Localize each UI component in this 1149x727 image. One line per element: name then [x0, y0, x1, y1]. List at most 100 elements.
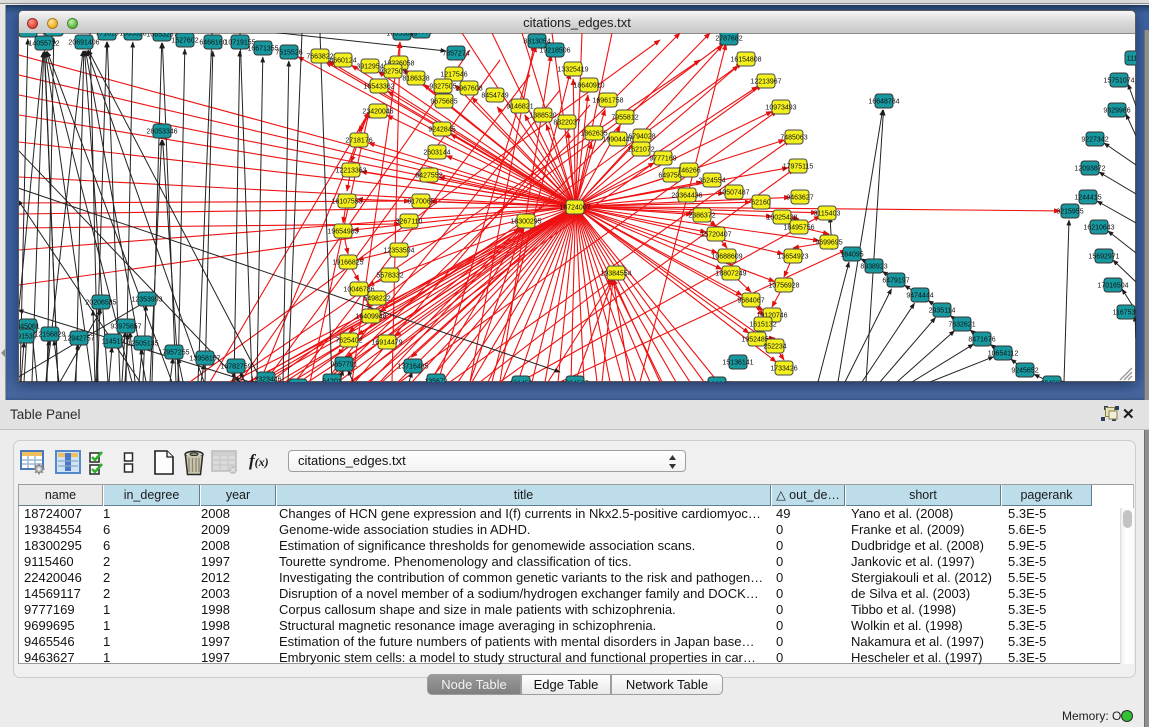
svg-text:16914479: 16914479	[371, 340, 402, 347]
svg-text:18300295: 18300295	[510, 219, 541, 226]
svg-text:9227342: 9227342	[1081, 137, 1108, 144]
svg-text:28053346: 28053346	[146, 129, 177, 136]
svg-text:9327509: 9327509	[379, 69, 406, 76]
svg-text:13958157: 13958157	[189, 356, 220, 363]
svg-text:135672: 135672	[424, 379, 447, 382]
svg-text:1167534: 1167534	[1113, 310, 1136, 317]
svg-text:16210643: 16210643	[1083, 225, 1114, 232]
svg-text:10654112: 10654112	[988, 351, 1019, 358]
svg-text:904562: 904562	[1040, 381, 1063, 382]
svg-text:12156829: 12156829	[34, 332, 65, 339]
svg-text:5578332: 5578332	[376, 273, 403, 280]
svg-text:16671355: 16671355	[247, 46, 278, 53]
svg-text:771615: 771615	[95, 33, 118, 38]
svg-text:1388520: 1388520	[529, 113, 556, 120]
svg-text:3115403: 3115403	[814, 211, 841, 218]
svg-text:9684067: 9684067	[737, 298, 764, 305]
svg-text:9777169: 9777169	[649, 156, 676, 163]
svg-text:7857274: 7857274	[442, 51, 469, 58]
svg-text:252234: 252234	[763, 344, 786, 351]
svg-text:12353993: 12353993	[131, 297, 162, 304]
svg-text:15692971: 15692971	[1088, 254, 1119, 261]
svg-text:16961758: 16961758	[592, 98, 623, 105]
svg-text:1733426: 1733426	[770, 366, 797, 373]
svg-text:8170065: 8170065	[407, 199, 434, 206]
svg-text:12505135: 12505135	[127, 341, 158, 348]
svg-text:12213363: 12213363	[335, 168, 366, 175]
svg-text:2935114: 2935114	[929, 308, 956, 315]
svg-text:18640910: 18640910	[573, 83, 604, 90]
svg-text:17016504: 17016504	[1097, 283, 1128, 290]
svg-text:13325419: 13325419	[557, 67, 588, 74]
svg-text:14055712: 14055712	[28, 41, 59, 48]
svg-text:15751074: 15751074	[1103, 78, 1134, 85]
svg-text:101459: 101459	[509, 381, 532, 382]
svg-text:8938923: 8938923	[860, 264, 887, 271]
svg-text:3624554: 3624554	[698, 178, 725, 185]
svg-text:62160: 62160	[751, 200, 771, 207]
svg-text:23420046: 23420046	[362, 109, 393, 116]
svg-text:19166825: 19166825	[332, 260, 363, 267]
svg-text:19654983: 19654983	[327, 229, 358, 236]
svg-text:1112: 1112	[1127, 56, 1136, 63]
svg-text:13716485: 13716485	[397, 364, 428, 371]
svg-text:16107553: 16107553	[331, 199, 362, 206]
svg-text:18807249: 18807249	[715, 271, 746, 278]
svg-text:1904587: 1904587	[561, 381, 588, 382]
svg-text:3215955: 3215955	[1056, 209, 1083, 216]
svg-text:8660124: 8660124	[329, 58, 356, 65]
svg-text:2718176: 2718176	[345, 138, 372, 145]
svg-text:7955812: 7955812	[611, 115, 638, 122]
svg-text:12942757: 12942757	[63, 336, 94, 343]
svg-text:16543362: 16543362	[363, 84, 394, 91]
svg-text:9463627: 9463627	[786, 195, 813, 202]
svg-text:16053809: 16053809	[386, 33, 417, 38]
svg-text:9657791: 9657791	[330, 362, 357, 369]
svg-text:7515526: 7515526	[275, 50, 302, 57]
svg-text:15136141: 15136141	[722, 360, 753, 367]
svg-text:8322037: 8322037	[553, 120, 580, 127]
svg-text:9474444: 9474444	[906, 293, 933, 300]
svg-text:17975115: 17975115	[783, 164, 814, 171]
svg-text:10507487: 10507487	[718, 190, 749, 197]
svg-text:18724007: 18724007	[559, 205, 590, 212]
svg-text:12353594: 12353594	[383, 248, 414, 255]
svg-text:16409948: 16409948	[355, 314, 386, 321]
svg-text:1527602: 1527602	[171, 38, 198, 45]
svg-text:1621072: 1621072	[627, 147, 654, 154]
svg-text:2386372: 2386372	[688, 213, 715, 220]
svg-text:6794028: 6794028	[628, 134, 655, 141]
svg-text:12323446: 12323446	[250, 377, 281, 382]
svg-text:9245652: 9245652	[1011, 368, 1038, 375]
svg-text:12213967: 12213967	[750, 79, 781, 86]
svg-text:9242845: 9242845	[428, 127, 455, 134]
svg-text:1244415: 1244415	[1074, 195, 1101, 202]
svg-text:10756928: 10756928	[768, 283, 799, 290]
svg-text:8454749: 8454749	[481, 93, 508, 100]
svg-text:16782759: 16782759	[220, 364, 251, 371]
svg-text:15720407: 15720407	[700, 232, 731, 239]
svg-text:20531: 20531	[44, 33, 64, 34]
svg-text:5498222: 5498222	[363, 296, 390, 303]
svg-text:64201: 64201	[322, 379, 342, 382]
svg-text:9810: 9810	[20, 33, 36, 35]
svg-text:2787682: 2787682	[715, 36, 742, 43]
svg-text:1065328: 1065328	[119, 33, 146, 38]
svg-text:9327505: 9327505	[429, 84, 456, 91]
svg-text:114519: 114519	[102, 339, 125, 346]
svg-text:16154808: 16154808	[730, 57, 761, 64]
svg-text:9675685: 9675685	[430, 99, 457, 106]
svg-text:17957255: 17957255	[158, 350, 189, 357]
svg-text:7632621: 7632621	[948, 322, 975, 329]
svg-text:9329966: 9329966	[1103, 108, 1130, 115]
svg-text:9146821: 9146821	[506, 104, 533, 111]
svg-text:19218506: 19218506	[539, 48, 570, 55]
svg-text:1615132: 1615132	[749, 322, 776, 329]
svg-text:2967608: 2967608	[455, 86, 482, 93]
svg-text:1217546: 1217546	[440, 72, 467, 79]
svg-text:20691406: 20691406	[68, 40, 99, 47]
svg-text:12093872: 12093872	[1074, 166, 1105, 173]
svg-text:7485063: 7485063	[780, 135, 807, 142]
svg-text:16648784: 16648784	[868, 99, 899, 106]
svg-text:9699695: 9699695	[815, 240, 842, 247]
